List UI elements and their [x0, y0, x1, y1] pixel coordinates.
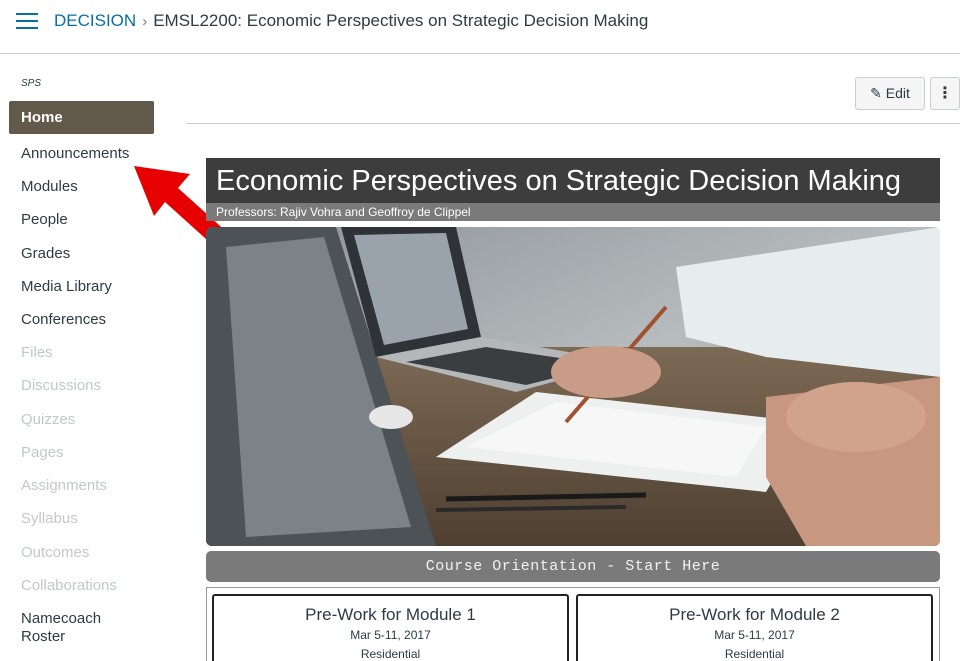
course-title: Economic Perspectives on Strategic Decis… [216, 165, 902, 197]
sidebar-item-quizzes[interactable]: Quizzes [21, 411, 75, 429]
sidebar-item-media-library[interactable]: Media Library [21, 278, 112, 296]
course-banner-image [206, 227, 940, 546]
sidebar-item-announcements[interactable]: Announcements [21, 145, 129, 163]
professors-bar: Professors: Rajiv Vohra and Geoffroy de … [206, 203, 940, 221]
course-navigation-sidebar: SPS Home Announcements Modules People Gr… [0, 54, 170, 661]
sidebar-item-files[interactable]: Files [21, 344, 53, 362]
breadcrumb-course-link[interactable]: DECISION [54, 11, 136, 30]
module-type: Residential [724, 647, 785, 661]
breadcrumb: DECISION › EMSL2200: Economic Perspectives… [54, 10, 648, 33]
breadcrumb-separator-icon: › [142, 13, 148, 30]
module-card-2[interactable]: Pre-Work for Module 2 Mar 5-11, 2017 Res… [576, 594, 933, 661]
sidebar-item-modules[interactable]: Modules [21, 178, 78, 196]
module-dates: Mar 5-11, 2017 [350, 628, 431, 642]
sidebar-item-conferences[interactable]: Conferences [21, 311, 106, 329]
edit-button-label: Edit [885, 85, 910, 101]
sidebar-item-roster[interactable]: Roster [21, 628, 65, 646]
hamburger-menu-icon[interactable] [16, 13, 38, 29]
professors-text: Professors: Rajiv Vohra and Geoffroy de … [216, 205, 471, 219]
pencil-icon: ✎ [870, 85, 882, 101]
sidebar-item-pages[interactable]: Pages [21, 444, 64, 462]
more-options-icon[interactable]: ⋮ [930, 77, 960, 110]
course-orientation-button[interactable]: Course Orientation - Start Here [206, 551, 940, 582]
sidebar-item-home[interactable]: Home [9, 101, 154, 134]
sidebar-item-assignments[interactable]: Assignments [21, 477, 107, 495]
module-type: Residential [360, 647, 421, 661]
top-navigation-bar: DECISION › EMSL2200: Economic Perspectives… [0, 0, 960, 54]
content-divider [186, 123, 960, 124]
module-card-1[interactable]: Pre-Work for Module 1 Mar 5-11, 2017 Res… [212, 594, 569, 661]
breadcrumb-current-page: EMSL2200: Economic Perspectives on Strat… [153, 11, 649, 30]
sidebar-item-people[interactable]: People [21, 211, 68, 229]
module-dates: Mar 5-11, 2017 [714, 628, 795, 642]
course-banner: Economic Perspectives on Strategic Decis… [206, 158, 940, 203]
edit-button[interactable]: ✎ Edit [855, 77, 925, 110]
sub-account-label: SPS [21, 78, 42, 89]
sidebar-item-outcomes[interactable]: Outcomes [21, 544, 89, 562]
sidebar-item-syllabus[interactable]: Syllabus [21, 510, 78, 528]
sidebar-item-grades[interactable]: Grades [21, 245, 70, 263]
module-title: Pre-Work for Module 2 [669, 605, 840, 624]
module-title: Pre-Work for Module 1 [305, 605, 476, 624]
sidebar-item-namecoach[interactable]: Namecoach [21, 610, 101, 628]
modules-grid: Pre-Work for Module 1 Mar 5-11, 2017 Res… [206, 587, 940, 661]
sidebar-item-discussions[interactable]: Discussions [21, 377, 101, 395]
sidebar-item-collaborations[interactable]: Collaborations [21, 577, 117, 595]
